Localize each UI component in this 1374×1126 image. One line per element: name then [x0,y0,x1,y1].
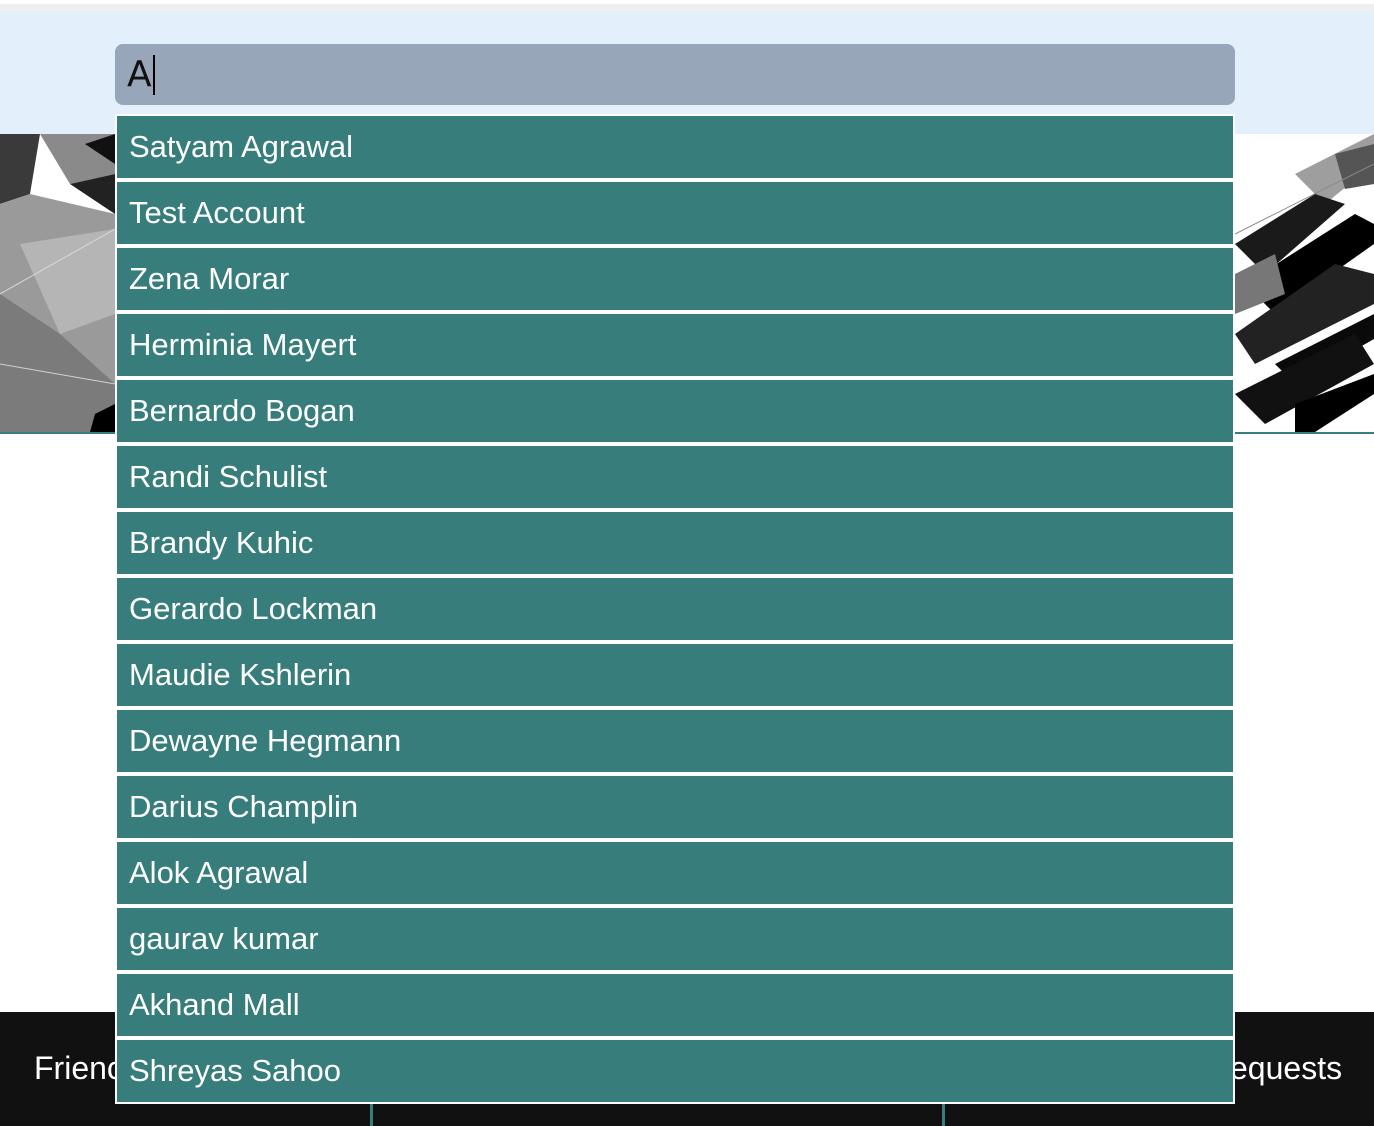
suggestion-item[interactable]: Alok Agrawal [117,842,1233,904]
top-border [0,4,1374,12]
suggestion-item[interactable]: Gerardo Lockman [117,578,1233,640]
search-input-value: A [127,54,152,95]
suggestion-item[interactable]: Maudie Kshlerin [117,644,1233,706]
suggestion-item[interactable]: Shreyas Sahoo [117,1040,1233,1102]
search-input[interactable]: A [115,44,1235,105]
suggestion-item[interactable]: Herminia Mayert [117,314,1233,376]
suggestion-item[interactable]: Bernardo Bogan [117,380,1233,442]
cover-art-left [0,134,115,432]
text-caret [152,54,155,95]
nav-requests-tab[interactable]: equests [1230,1050,1342,1087]
cover-image-left [0,134,115,432]
suggestion-item[interactable]: Satyam Agrawal [117,116,1233,178]
cover-bottom-border-right [1235,432,1374,434]
suggestion-item[interactable]: Akhand Mall [117,974,1233,1036]
cover-bottom-border-left [0,432,115,434]
search-suggestions-dropdown: Satyam Agrawal Test Account Zena Morar H… [115,114,1235,1104]
cover-image-right [1235,134,1374,432]
suggestion-item[interactable]: Zena Morar [117,248,1233,310]
suggestion-item[interactable]: Brandy Kuhic [117,512,1233,574]
suggestion-item[interactable]: Dewayne Hegmann [117,710,1233,772]
cover-art-right [1235,134,1374,432]
suggestion-item[interactable]: Randi Schulist [117,446,1233,508]
suggestion-item[interactable]: Test Account [117,182,1233,244]
nav-friends-tab[interactable]: Frienc [34,1050,123,1087]
suggestion-item[interactable]: gaurav kumar [117,908,1233,970]
suggestion-item[interactable]: Darius Champlin [117,776,1233,838]
